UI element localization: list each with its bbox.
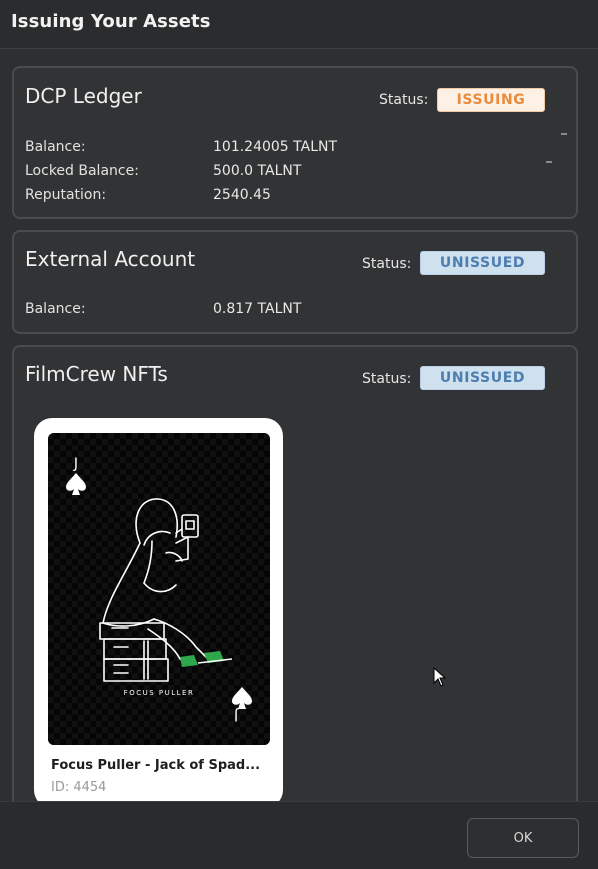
dialog-footer: OK: [0, 801, 598, 869]
scroll-indicator-bottom: [546, 161, 552, 163]
ok-button[interactable]: OK: [467, 818, 579, 858]
mouse-cursor-icon: [433, 667, 447, 687]
external-account-status-badge: UNISSUED: [420, 251, 545, 275]
nft-card-artwork: J J FOCUS PULLER: [48, 433, 270, 745]
dialog-title: Issuing Your Assets: [11, 11, 211, 32]
dcp-ledger-status-badge: ISSUING: [437, 88, 545, 112]
dcp-ledger-panel: DCP Ledger Status: ISSUING Balance: 101.…: [12, 66, 578, 219]
locked-balance-value: 500.0 TALNT: [213, 163, 302, 179]
reputation-value: 2540.45: [213, 187, 271, 203]
nfts-status-badge: UNISSUED: [420, 366, 545, 390]
nfts-panel: FilmCrew NFTs Status: UNISSUED J J FOCUS…: [12, 345, 578, 801]
assets-scroll-area[interactable]: DCP Ledger Status: ISSUING Balance: 101.…: [0, 49, 598, 801]
nft-card-id: ID: 4454: [51, 780, 107, 795]
nft-card[interactable]: J J FOCUS PULLER Focus Puller - Jack of …: [34, 418, 283, 801]
external-account-panel: External Account Status: UNISSUED Balanc…: [12, 230, 578, 334]
external-account-status-label: Status:: [362, 256, 412, 272]
locked-balance-label: Locked Balance:: [25, 163, 139, 179]
reputation-label: Reputation:: [25, 187, 107, 203]
external-balance-value: 0.817 TALNT: [213, 301, 302, 317]
dcp-ledger-title: DCP Ledger: [25, 84, 142, 108]
card-rank-top: J: [73, 456, 78, 472]
card-caption: FOCUS PULLER: [124, 689, 195, 697]
balance-value: 101.24005 TALNT: [213, 139, 338, 155]
card-rank-bottom: J: [234, 707, 239, 723]
external-balance-label: Balance:: [25, 301, 86, 317]
scroll-indicator-top: [561, 133, 567, 135]
dcp-ledger-status-label: Status:: [379, 92, 429, 108]
focus-puller-illustration: J J FOCUS PULLER: [48, 433, 270, 745]
balance-label: Balance:: [25, 139, 86, 155]
nft-card-name: Focus Puller - Jack of Spad...: [51, 758, 261, 773]
dialog-title-bar: Issuing Your Assets: [0, 0, 598, 49]
external-account-title: External Account: [25, 247, 196, 271]
nfts-title: FilmCrew NFTs: [25, 362, 168, 386]
nfts-status-label: Status:: [362, 371, 412, 387]
